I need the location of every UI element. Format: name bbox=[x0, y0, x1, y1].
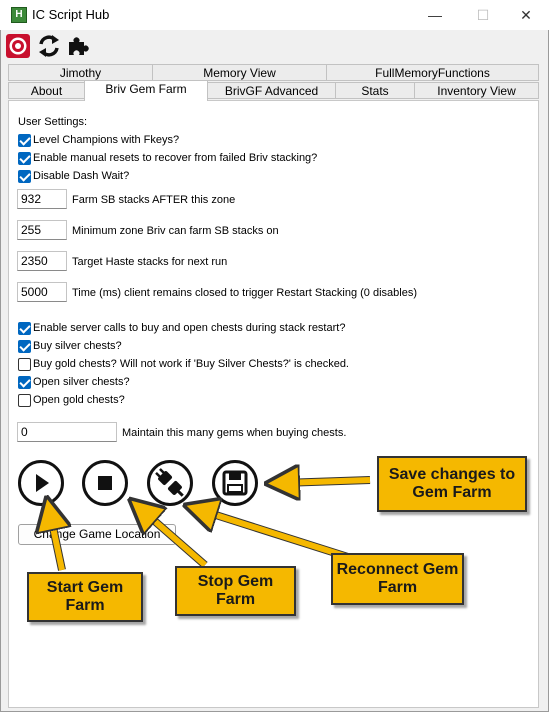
disable-dash-label: Disable Dash Wait? bbox=[33, 170, 130, 182]
user-settings-header: User Settings: bbox=[18, 116, 88, 128]
tab-about[interactable]: About bbox=[8, 82, 85, 99]
stop-callout: Stop Gem Farm bbox=[175, 566, 296, 616]
floppy-disk-icon bbox=[222, 470, 248, 496]
open-silver-label: Open silver chests? bbox=[33, 376, 130, 388]
change-game-location-button[interactable]: Change Game Location bbox=[18, 524, 176, 545]
buy-silver-label: Buy silver chests? bbox=[33, 340, 122, 352]
open-silver-checkbox[interactable] bbox=[18, 376, 31, 389]
refresh-icon[interactable] bbox=[37, 34, 61, 58]
save-button[interactable] bbox=[212, 460, 258, 506]
server-calls-checkbox[interactable] bbox=[18, 322, 31, 335]
tab-memory-view[interactable]: Memory View bbox=[152, 64, 327, 81]
buy-gold-checkbox[interactable] bbox=[18, 358, 31, 371]
play-icon bbox=[36, 474, 49, 492]
buy-gold-label: Buy gold chests? Will not work if 'Buy S… bbox=[33, 358, 349, 370]
manual-resets-label: Enable manual resets to recover from fai… bbox=[33, 152, 318, 164]
close-button[interactable]: ✕ bbox=[503, 0, 549, 30]
save-callout: Save changes to Gem Farm bbox=[377, 456, 527, 512]
min-zone-input[interactable]: 255 bbox=[17, 220, 67, 240]
reconnect-callout: Reconnect Gem Farm bbox=[331, 553, 464, 605]
manual-resets-checkbox[interactable] bbox=[18, 152, 31, 165]
maintain-gems-input[interactable]: 0 bbox=[17, 422, 117, 442]
tab-jimothy[interactable]: Jimothy bbox=[8, 64, 153, 81]
app-icon: H bbox=[11, 7, 27, 23]
puzzle-icon[interactable] bbox=[66, 34, 90, 58]
open-gold-label: Open gold chests? bbox=[33, 394, 125, 406]
maintain-gems-label: Maintain this many gems when buying ches… bbox=[122, 427, 347, 439]
reconnect-button[interactable] bbox=[147, 460, 193, 506]
tab-full-memory-functions[interactable]: FullMemoryFunctions bbox=[326, 64, 539, 81]
restart-time-input[interactable]: 5000 bbox=[17, 282, 67, 302]
target-haste-input[interactable]: 2350 bbox=[17, 251, 67, 271]
stop-icon bbox=[98, 476, 112, 490]
open-gold-checkbox[interactable] bbox=[18, 394, 31, 407]
tab-stats[interactable]: Stats bbox=[335, 82, 415, 99]
tab-brivgf-advanced[interactable]: BrivGF Advanced bbox=[207, 82, 336, 99]
target-haste-label: Target Haste stacks for next run bbox=[72, 256, 228, 268]
buy-silver-checkbox[interactable] bbox=[18, 340, 31, 353]
title-bar: H IC Script Hub — ☐ ✕ bbox=[0, 0, 549, 30]
plug-icon bbox=[155, 468, 184, 497]
level-champions-label: Level Champions with Fkeys? bbox=[33, 134, 180, 146]
start-callout: Start Gem Farm bbox=[27, 572, 143, 622]
maximize-button[interactable]: ☐ bbox=[460, 0, 506, 30]
server-calls-label: Enable server calls to buy and open ches… bbox=[33, 322, 346, 334]
record-icon[interactable] bbox=[6, 34, 30, 58]
minimize-button[interactable]: — bbox=[412, 0, 458, 30]
window-title: IC Script Hub bbox=[32, 7, 110, 22]
min-zone-label: Minimum zone Briv can farm SB stacks on bbox=[72, 225, 279, 237]
level-champions-checkbox[interactable] bbox=[18, 134, 31, 147]
restart-time-label: Time (ms) client remains closed to trigg… bbox=[72, 287, 417, 299]
farm-sb-zone-label: Farm SB stacks AFTER this zone bbox=[72, 194, 236, 206]
tab-briv-gem-farm[interactable]: Briv Gem Farm bbox=[84, 80, 208, 101]
farm-sb-zone-input[interactable]: 932 bbox=[17, 189, 67, 209]
start-button[interactable] bbox=[18, 460, 64, 506]
stop-button[interactable] bbox=[82, 460, 128, 506]
tab-inventory-view[interactable]: Inventory View bbox=[414, 82, 539, 99]
disable-dash-checkbox[interactable] bbox=[18, 170, 31, 183]
